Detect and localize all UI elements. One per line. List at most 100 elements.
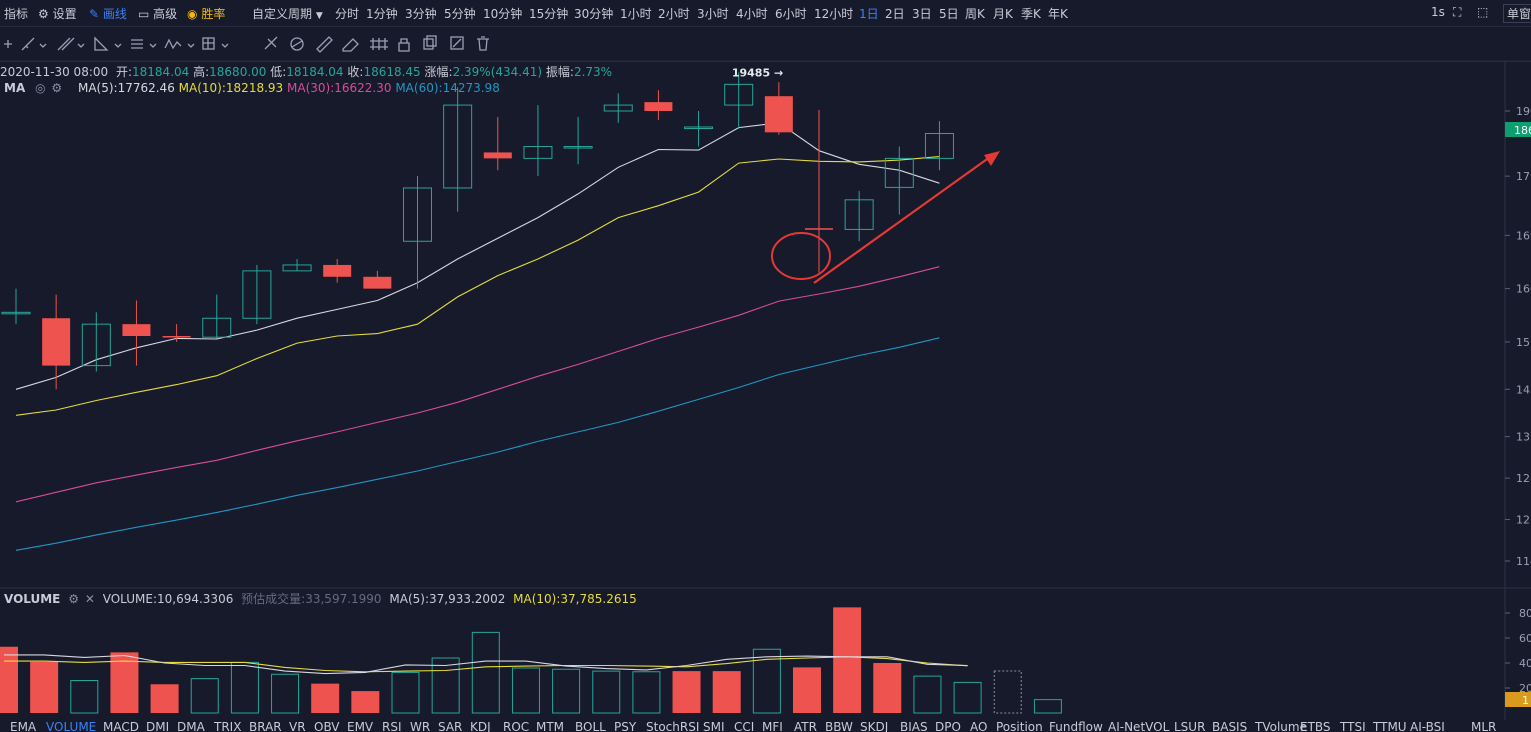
ma-line-MA(5) [15, 122, 940, 390]
volume-bar [311, 683, 340, 713]
indicator-tab-bias[interactable]: BIAS [900, 720, 928, 732]
volume-bar [0, 646, 18, 713]
indicator-tab-fundflow[interactable]: Fundflow [1049, 720, 1103, 732]
indicator-tab-volume[interactable]: VOLUME [46, 720, 96, 732]
price-tick-label: 190 [1516, 105, 1531, 118]
volume-bar [30, 661, 59, 713]
volume-tick-label: 80 [1519, 607, 1531, 620]
indicator-tab-ai-bsi[interactable]: AI-BSI [1410, 720, 1445, 732]
indicator-tab-rsi[interactable]: RSI [382, 720, 402, 732]
ma-line-MA(30) [15, 266, 940, 503]
price-tick-label: 114 [1516, 555, 1531, 568]
price-tick-label: 128 [1516, 472, 1531, 485]
volume-tick-label: 60 [1519, 632, 1531, 645]
estimated-volume-label: 预估成交量: [241, 592, 306, 606]
candle-body [323, 264, 352, 277]
volume-bar [632, 671, 661, 714]
price-tick-label: 143 [1516, 383, 1531, 396]
indicator-tab-brar[interactable]: BRAR [249, 720, 282, 732]
volume-bar [833, 607, 862, 713]
volume-bar [712, 671, 741, 713]
indicator-tabs: EMA VOLUME MACD DMI DMA TRIX BRAR VR OBV EMV RSI WR… [0, 720, 1531, 732]
indicator-tab-obv[interactable]: OBV [314, 720, 340, 732]
price-tick-label: 151 [1516, 336, 1531, 349]
current-volume-tag-label: 1 [1522, 694, 1529, 707]
estimated-volume-bar [993, 670, 1022, 714]
indicator-tab-smi[interactable]: SMI [703, 720, 725, 732]
indicator-tab-dmi[interactable]: DMI [146, 720, 169, 732]
indicator-tab-ai-netvol[interactable]: AI-NetVOL [1108, 720, 1169, 732]
price-tick-label: 160 [1516, 283, 1531, 296]
max-price-label: 19485 → [732, 67, 783, 80]
price-tick-label: 135 [1516, 431, 1531, 444]
indicator-tab-macd[interactable]: MACD [103, 720, 139, 732]
indicator-tab-stochrsi[interactable]: StochRSI [646, 720, 699, 732]
indicator-tab-etbs[interactable]: ETBS [1300, 720, 1331, 732]
volume-bar [271, 673, 300, 714]
gear-icon[interactable]: ⚙ [68, 592, 79, 606]
candle-body [644, 102, 673, 111]
volume-ma5: MA(5):37,933.2002 [389, 592, 506, 606]
volume-ma10-line [4, 656, 968, 673]
close-icon[interactable]: ✕ [85, 592, 95, 606]
volume-bar [471, 631, 500, 714]
candle-body [483, 152, 512, 159]
indicator-tab-kdj[interactable]: KDJ [470, 720, 491, 732]
highlight-circle [771, 232, 831, 280]
estimated-volume-value: 33,597.1990 [305, 592, 382, 606]
volume-bar [190, 678, 219, 714]
candle-body [122, 324, 151, 336]
trend-arrow-head [984, 151, 1000, 166]
ma-line-MA(10) [15, 156, 940, 416]
candle-body [162, 336, 191, 338]
indicator-tab-cci[interactable]: CCI [734, 720, 754, 732]
price-tick-label: 121 [1516, 514, 1531, 527]
current-price-tag-label: 186 [1514, 124, 1531, 137]
price-tick-label: 169 [1516, 229, 1531, 242]
indicator-tab-roc[interactable]: ROC [503, 720, 529, 732]
indicator-tab-position[interactable]: Position [996, 720, 1043, 732]
volume-bar [511, 667, 540, 714]
indicator-tab-lsur[interactable]: LSUR [1174, 720, 1205, 732]
candle-body [42, 318, 71, 366]
volume-bar [552, 668, 581, 714]
indicator-tab-ttmu[interactable]: TTMU [1373, 720, 1407, 732]
indicator-tab-trix[interactable]: TRIX [214, 720, 241, 732]
indicator-tab-mlr[interactable]: MLR [1471, 720, 1496, 732]
volume-bar [672, 671, 701, 713]
indicator-tab-dpo[interactable]: DPO [935, 720, 961, 732]
indicator-tab-mfi[interactable]: MFI [762, 720, 783, 732]
volume-value: VOLUME:10,694.3306 [102, 592, 234, 606]
indicator-tab-dma[interactable]: DMA [177, 720, 205, 732]
volume-legend: VOLUME ⚙ ✕ VOLUME:10,694.3306 预估成交量:33,5… [4, 590, 637, 607]
candle-body [363, 276, 392, 289]
indicator-tab-skdj[interactable]: SKDJ [860, 720, 888, 732]
volume-bar [592, 670, 621, 714]
volume-bar [150, 684, 179, 713]
indicator-tab-ao[interactable]: AO [970, 720, 987, 732]
volume-bar [391, 671, 420, 714]
volume-tick-label: 40 [1519, 657, 1531, 670]
indicator-tab-vr[interactable]: VR [289, 720, 306, 732]
candle-body [764, 96, 793, 133]
indicator-tab-boll[interactable]: BOLL [575, 720, 606, 732]
price-chart[interactable]: 19017916916015114313512812111419485 →186… [0, 0, 1531, 732]
indicator-tab-atr[interactable]: ATR [794, 720, 817, 732]
indicator-tab-emv[interactable]: EMV [347, 720, 373, 732]
volume-bar [913, 675, 942, 714]
volume-indicator-name: VOLUME [4, 592, 61, 606]
indicator-tab-ttsi[interactable]: TTSI [1340, 720, 1366, 732]
indicator-tab-wr[interactable]: WR [410, 720, 430, 732]
indicator-tab-mtm[interactable]: MTM [536, 720, 564, 732]
candle-body [805, 228, 833, 230]
trend-arrow-line [813, 156, 991, 284]
indicator-tab-basis[interactable]: BASIS [1212, 720, 1247, 732]
indicator-tab-psy[interactable]: PSY [614, 720, 636, 732]
indicator-tab-bbw[interactable]: BBW [825, 720, 853, 732]
volume-ma10: MA(10):37,785.2615 [513, 592, 637, 606]
ma-line-MA(60) [15, 337, 940, 551]
volume-bar [793, 667, 821, 713]
volume-bar [70, 680, 99, 714]
indicator-tab-ema[interactable]: EMA [10, 720, 36, 732]
indicator-tab-sar[interactable]: SAR [438, 720, 462, 732]
